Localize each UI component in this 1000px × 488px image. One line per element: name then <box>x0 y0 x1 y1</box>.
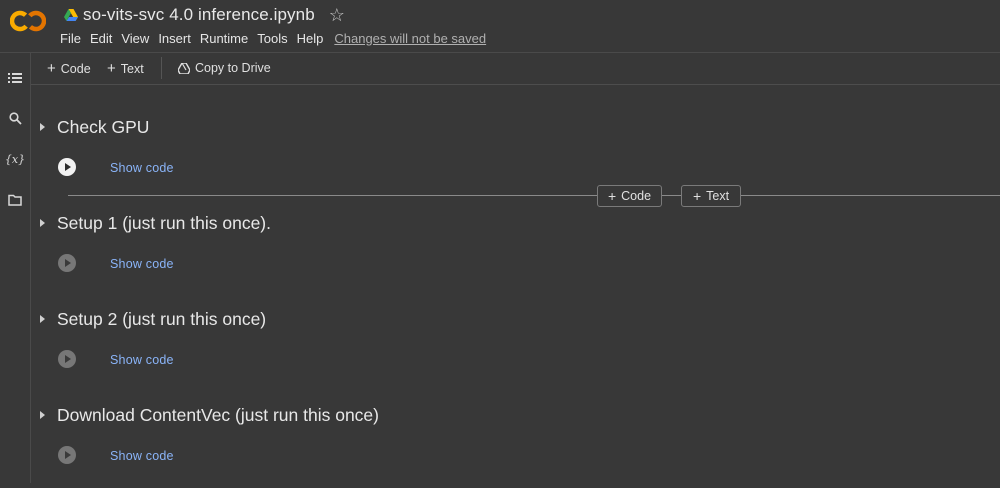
run-cell-button[interactable] <box>58 158 76 176</box>
menu-view[interactable]: View <box>121 31 149 46</box>
table-of-contents-icon[interactable] <box>6 69 24 87</box>
copy-to-drive-button[interactable]: Copy to Drive <box>178 61 271 75</box>
play-icon <box>65 451 71 459</box>
star-icon[interactable]: ☆ <box>329 6 345 24</box>
play-icon <box>65 259 71 267</box>
search-icon[interactable] <box>6 109 24 127</box>
menu-help[interactable]: Help <box>297 31 324 46</box>
show-code-link[interactable]: Show code <box>110 449 174 463</box>
menu-edit[interactable]: Edit <box>90 31 112 46</box>
notebook-title[interactable]: so-vits-svc 4.0 inference.ipynb <box>83 5 315 25</box>
notebook-toolbar: + Code + Text Copy to Drive <box>31 53 1000 85</box>
collapse-caret-icon[interactable] <box>40 219 45 227</box>
plus-icon: + <box>107 60 116 77</box>
show-code-link[interactable]: Show code <box>110 257 174 271</box>
play-icon <box>65 355 71 363</box>
menu-tools[interactable]: Tools <box>257 31 287 46</box>
drive-outline-icon <box>178 62 190 74</box>
variables-icon[interactable]: {x} <box>5 150 25 168</box>
insert-cell-divider <box>68 195 1000 196</box>
header: so-vits-svc 4.0 inference.ipynb ☆ File E… <box>0 0 1000 53</box>
menu-runtime[interactable]: Runtime <box>200 31 248 46</box>
left-rail: {x} <box>0 53 31 483</box>
section-setup-2: Setup 2 (just run this once) Show code <box>31 296 1000 392</box>
add-text-button[interactable]: + Text <box>107 61 144 76</box>
save-status-link[interactable]: Changes will not be saved <box>334 31 486 46</box>
toolbar-divider <box>161 57 162 79</box>
colab-logo[interactable] <box>10 8 46 34</box>
collapse-caret-icon[interactable] <box>40 123 45 131</box>
add-code-label: Code <box>60 61 91 76</box>
run-cell-button[interactable] <box>58 446 76 464</box>
section-title: Check GPU <box>57 117 150 137</box>
show-code-link[interactable]: Show code <box>110 161 174 175</box>
collapse-caret-icon[interactable] <box>40 315 45 323</box>
section-title: Setup 2 (just run this once) <box>57 309 267 329</box>
section-title: Download ContentVec (just run this once) <box>57 405 379 425</box>
plus-icon: + <box>47 60 56 77</box>
section-download-contentvec: Download ContentVec (just run this once)… <box>31 392 1000 488</box>
show-code-link[interactable]: Show code <box>110 353 174 367</box>
files-icon[interactable] <box>6 191 24 209</box>
collapse-caret-icon[interactable] <box>40 411 45 419</box>
section-check-gpu: Check GPU Show code <box>31 104 1000 200</box>
add-code-button[interactable]: + Code <box>47 61 91 76</box>
menu-bar: File Edit View Insert Runtime Tools Help… <box>60 30 486 46</box>
menu-file[interactable]: File <box>60 31 81 46</box>
add-text-label: Text <box>120 61 144 76</box>
copy-to-drive-label: Copy to Drive <box>195 61 271 75</box>
section-title: Setup 1 (just run this once). <box>57 213 271 233</box>
title-row: so-vits-svc 4.0 inference.ipynb ☆ <box>64 5 345 25</box>
menu-insert[interactable]: Insert <box>158 31 191 46</box>
section-setup-1: Setup 1 (just run this once). Show code <box>31 200 1000 296</box>
run-cell-button[interactable] <box>58 254 76 272</box>
google-drive-icon <box>64 9 78 21</box>
play-icon <box>65 163 71 171</box>
run-cell-button[interactable] <box>58 350 76 368</box>
